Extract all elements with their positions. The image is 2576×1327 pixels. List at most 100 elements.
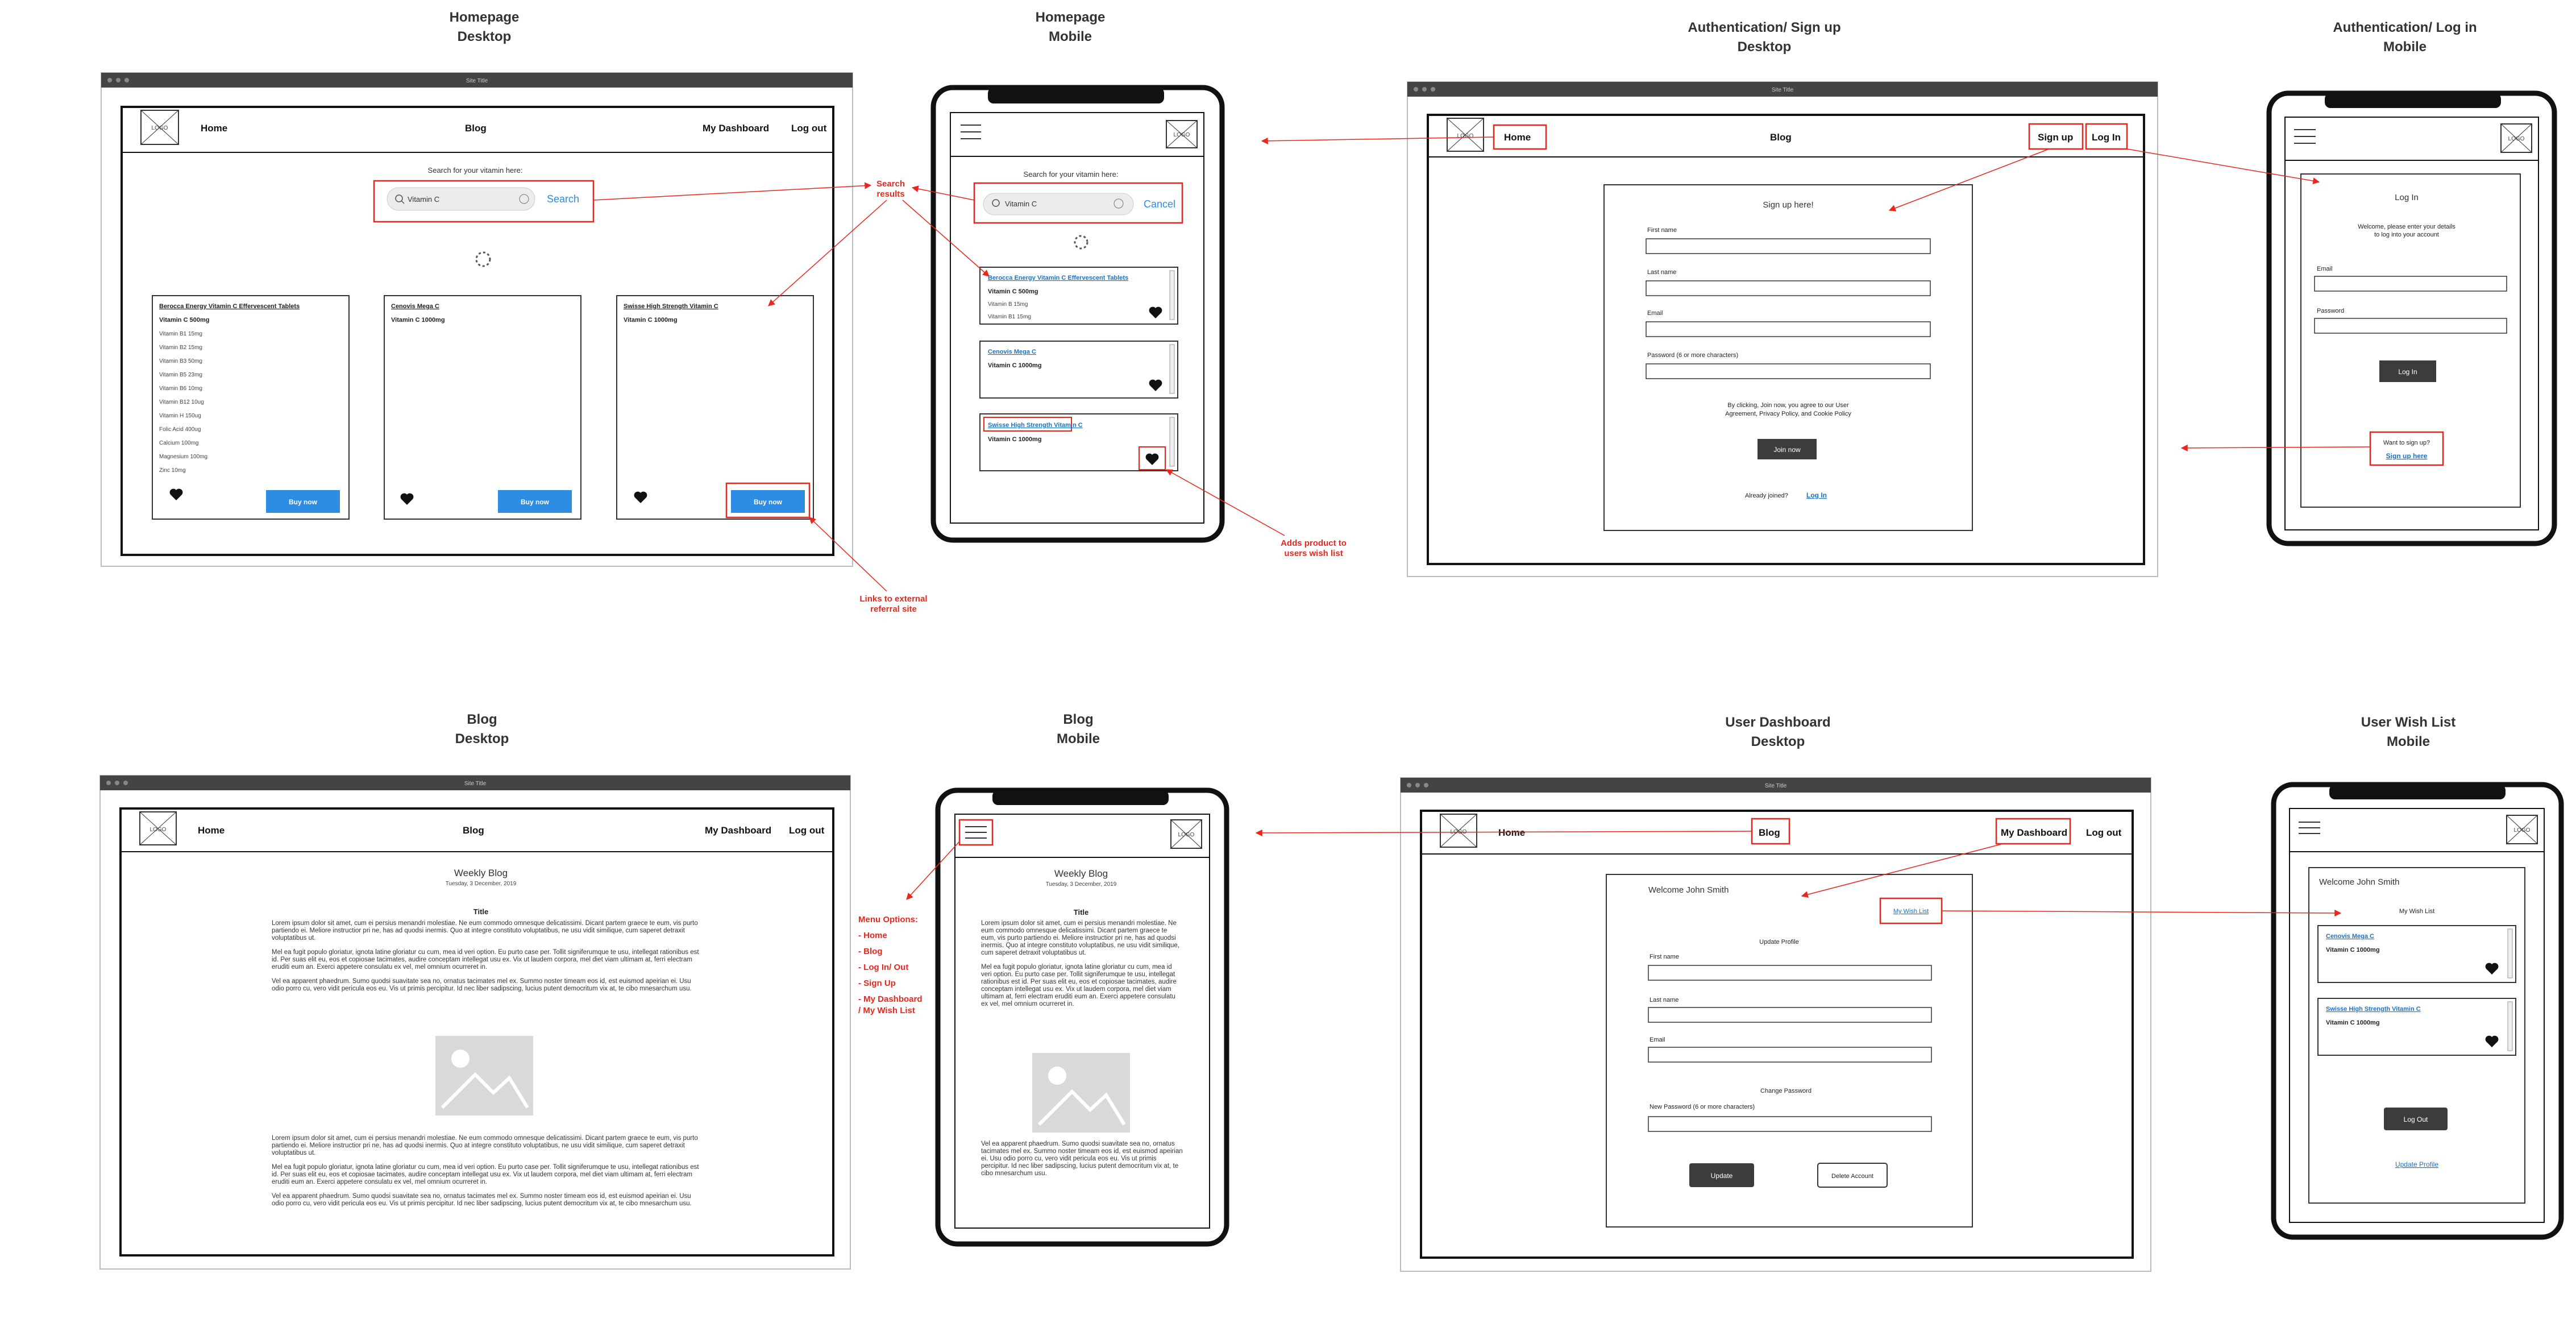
image-placeholder-icon [1032, 1053, 1130, 1133]
product-name[interactable]: Berocca Energy Vitamin C Effervescent Ta… [159, 303, 300, 310]
logo-placeholder[interactable]: LOGO [1170, 819, 1202, 849]
logo-placeholder[interactable]: LOGO [139, 811, 177, 845]
search-value: Vitamin C [1005, 200, 1037, 208]
cancel-button[interactable]: Cancel [1144, 198, 1175, 210]
password-field[interactable] [1646, 363, 1931, 379]
nav-login[interactable]: Log In [2092, 132, 2121, 143]
svg-text:Tuesday, 3 December, 2019: Tuesday, 3 December, 2019 [1046, 881, 1117, 888]
first-name-field[interactable] [1648, 965, 1932, 981]
product-name[interactable]: Swisse High Strength Vitamin C [2326, 1006, 2421, 1013]
logo-placeholder[interactable]: LOGO [2506, 815, 2538, 844]
product-name[interactable]: Cenovis Mega C [2326, 933, 2374, 940]
title-auth-login-2: Mobile [2383, 39, 2427, 55]
svg-text:results: results [876, 189, 904, 199]
svg-text:Update: Update [1711, 1172, 1733, 1180]
logo-placeholder[interactable]: LOGO [1440, 814, 1477, 848]
homepage-mobile: LOGO Search for your vitamin here: Vitam… [930, 85, 1225, 543]
svg-text:Weekly Blog: Weekly Blog [1054, 868, 1108, 879]
svg-text:- Blog: - Blog [858, 947, 883, 956]
scrollbar[interactable] [2507, 928, 2513, 978]
svg-text:Vitamin C 500mg: Vitamin C 500mg [159, 317, 209, 324]
nav-dashboard[interactable]: My Dashboard [2001, 827, 2067, 838]
title-blog-mobile-1: Blog [1063, 712, 1093, 727]
nav-logout[interactable]: Log out [2086, 827, 2122, 838]
nav-dashboard[interactable]: My Dashboard [705, 825, 771, 836]
blog-paragraph: Vel ea apparent phaedrum. Sumo quodsi su… [981, 1141, 1183, 1177]
blog-paragraph: Lorem ipsum dolor sit amet, cum ei persi… [981, 920, 1180, 956]
svg-text:Log In: Log In [2398, 368, 2417, 376]
product-name[interactable]: Cenovis Mega C [988, 349, 1036, 355]
svg-text:LOGO: LOGO [1178, 832, 1195, 838]
search-button[interactable]: Search [547, 193, 579, 205]
nav-blog[interactable]: Blog [1759, 827, 1780, 838]
svg-text:- Sign Up: - Sign Up [858, 978, 896, 988]
scrollbar[interactable] [1169, 417, 1175, 467]
svg-text:Delete Account: Delete Account [1831, 1173, 1873, 1180]
svg-text:Want to sign up?: Want to sign up? [2383, 439, 2430, 446]
nav-blog[interactable]: Blog [465, 123, 487, 134]
blog-paragraph: Lorem ipsum dolor sit amet, cum ei persi… [272, 920, 698, 942]
mobile-product-card-1: Berocca Energy Vitamin C Effervescent Ta… [979, 267, 1178, 325]
svg-text:Vitamin C 1000mg: Vitamin C 1000mg [2326, 947, 2380, 953]
email-field[interactable] [1648, 1047, 1932, 1063]
wishlist-item-1: Cenovis Mega C Vitamin C 1000mg [2317, 925, 2516, 983]
svg-text:LOGO: LOGO [152, 125, 168, 131]
password-field[interactable] [2314, 318, 2507, 334]
annotation-wishlist: Adds product to [1281, 538, 1347, 548]
annotation-external: Links to external [859, 594, 927, 604]
nav-home[interactable]: Home [1504, 132, 1531, 143]
svg-text:Welcome, please enter your det: Welcome, please enter your details [2358, 223, 2455, 230]
title-home-desktop-2: Desktop [458, 29, 512, 44]
svg-text:Tuesday, 3 December, 2019: Tuesday, 3 December, 2019 [446, 881, 517, 887]
blog-paragraph: Mel ea fugit populo gloriatur, ignota la… [272, 1164, 699, 1185]
login-link[interactable]: Log In [1806, 491, 1827, 499]
last-name-field[interactable] [1648, 1007, 1932, 1023]
logo-placeholder[interactable]: LOGO [140, 110, 179, 145]
svg-text:Title: Title [473, 907, 489, 916]
product-name[interactable]: Swisse High Strength Vitamin C [624, 303, 718, 310]
title-dash-desktop-2: Desktop [1751, 734, 1805, 749]
search-label: Search for your vitamin here: [1024, 170, 1119, 179]
nav-signup[interactable]: Sign up [2038, 132, 2073, 143]
svg-text:LOGO: LOGO [2514, 827, 2531, 833]
scrollbar[interactable] [1169, 270, 1175, 320]
nav-logout[interactable]: Log out [789, 825, 825, 836]
title-blog-desktop-1: Blog [467, 712, 497, 727]
product-name[interactable]: Swisse High Strength Vitamin C [988, 422, 1083, 429]
wishlist-item-2: Swisse High Strength Vitamin C Vitamin C… [2317, 998, 2516, 1056]
logo-placeholder[interactable]: LOGO [1447, 118, 1484, 152]
logo-placeholder[interactable]: LOGO [1166, 120, 1198, 148]
user-dashboard-desktop: Site Title LOGO Home Blog My Dashboard L… [1400, 777, 2151, 1272]
email-field[interactable] [2314, 276, 2507, 292]
svg-text:Vitamin B12 10ug: Vitamin B12 10ug [159, 399, 204, 405]
blog-paragraph: Vel ea apparent phaedrum. Sumo quodsi su… [272, 1193, 692, 1207]
svg-text:My Wish List: My Wish List [2399, 908, 2434, 915]
nav-dashboard[interactable]: My Dashboard [703, 123, 769, 134]
title-auth-login-1: Authentication/ Log in [2333, 20, 2477, 35]
svg-text:LOGO: LOGO [1174, 132, 1190, 138]
nav-blog[interactable]: Blog [1770, 132, 1792, 143]
scrollbar[interactable] [2507, 1001, 2513, 1051]
svg-text:- My Dashboard: - My Dashboard [858, 994, 923, 1004]
update-profile-link[interactable]: Update Profile [2395, 1160, 2438, 1168]
nav-logout[interactable]: Log out [791, 123, 827, 134]
logo-placeholder[interactable]: LOGO [2500, 123, 2532, 153]
svg-text:Vitamin C 1000mg: Vitamin C 1000mg [988, 362, 1042, 369]
signup-link[interactable]: Sign up here [2386, 452, 2428, 460]
product-name[interactable]: Cenovis Mega C [391, 303, 439, 310]
product-name[interactable]: Berocca Energy Vitamin C Effervescent Ta… [988, 275, 1128, 281]
email-field[interactable] [1646, 321, 1931, 337]
new-password-field[interactable] [1648, 1116, 1932, 1132]
nav-home[interactable]: Home [1498, 827, 1525, 838]
first-name-field[interactable] [1646, 238, 1931, 254]
my-wish-list-link[interactable]: My Wish List [1893, 908, 1929, 915]
scrollbar[interactable] [1169, 344, 1175, 394]
last-name-field[interactable] [1646, 280, 1931, 296]
nav-home[interactable]: Home [198, 825, 225, 836]
svg-text:- Home: - Home [858, 931, 887, 940]
nav-home[interactable]: Home [201, 123, 227, 134]
window-title: Site Title [466, 78, 488, 84]
nav-blog[interactable]: Blog [463, 825, 484, 836]
search-value: Vitamin C [408, 195, 439, 204]
auth-login-mobile: LOGO Log In Welcome, please enter your d… [2266, 90, 2557, 546]
